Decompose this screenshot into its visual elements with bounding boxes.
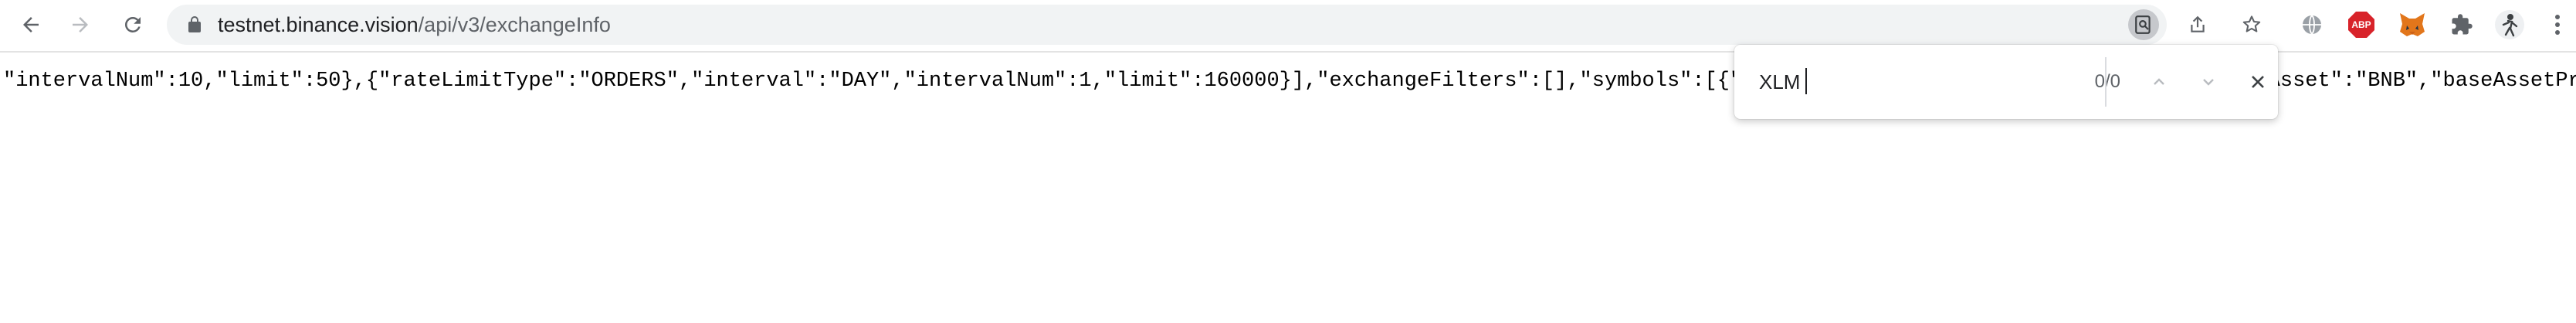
puzzle-extensions-icon [2452,14,2473,35]
text-caret [1805,68,1807,94]
find-divider [2105,57,2107,107]
share-button[interactable] [2182,9,2213,40]
chevron-up-icon [2154,78,2164,85]
find-previous-button[interactable] [2140,63,2178,100]
reload-icon [125,17,141,32]
kebab-menu-icon [2555,15,2560,35]
find-in-page-bar: 0/0 [1734,45,2278,119]
back-button[interactable] [12,6,49,43]
profile-avatar-icon [2495,10,2524,39]
zoom-find-icon [2135,15,2151,34]
find-next-button[interactable] [2190,63,2227,100]
close-icon [2252,76,2264,88]
adblock-plus-button[interactable]: ABP [2344,8,2378,42]
reload-button[interactable] [114,6,151,43]
profile-button[interactable] [2493,8,2527,42]
lock-icon [188,16,201,32]
find-close-button[interactable] [2239,63,2276,100]
chevron-down-icon [2203,79,2214,86]
zoom-find-button[interactable] [2128,9,2159,40]
bookmark-star-icon [2242,15,2261,32]
url-text: testnet.binance.vision/api/v3/exchangeIn… [218,5,611,45]
globe-extension-icon [2303,15,2321,35]
address-bar[interactable]: testnet.binance.vision/api/v3/exchangeIn… [167,5,2261,45]
back-arrow-icon [23,17,39,32]
url-path: /api/v3/exchangeInfo [418,13,611,36]
find-match-count: 0/0 [2094,71,2120,92]
forward-arrow-icon [73,17,88,32]
adblock-plus-label: ABP [2351,19,2371,30]
metamask-button[interactable] [2395,8,2429,42]
find-input[interactable] [1759,66,1960,97]
bookmark-button[interactable] [2236,9,2267,40]
extensions-button[interactable] [2445,8,2479,42]
forward-button[interactable] [62,6,99,43]
url-host: testnet.binance.vision [218,13,419,36]
share-icon [2191,15,2205,32]
chrome-menu-button[interactable] [2542,8,2573,42]
metamask-fox-icon [2400,13,2425,36]
globe-extension-button[interactable] [2295,8,2329,42]
